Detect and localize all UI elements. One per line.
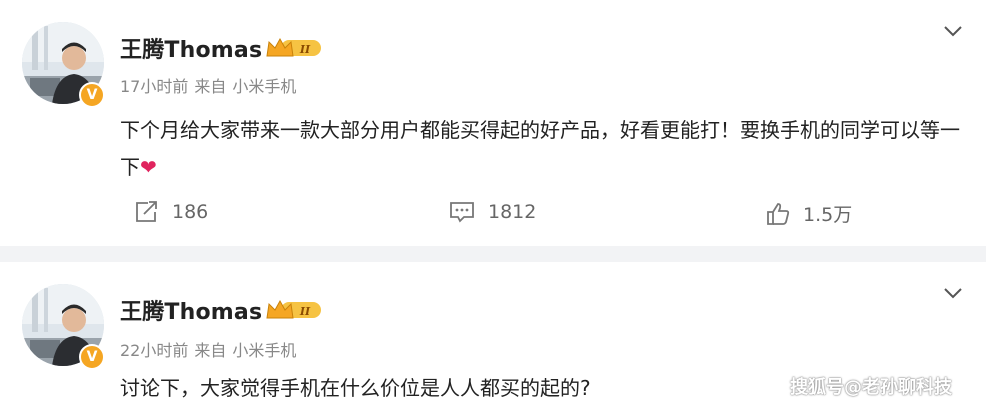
member-crown-icon: II	[266, 37, 321, 57]
post-meta: 22小时前 来自 小米手机	[120, 337, 302, 361]
post-text: 下个月给大家带来一款大部分用户都能买得起的好产品，好看更能打！要换手机的同学可以…	[120, 118, 960, 179]
like-count: 1.5万	[803, 204, 853, 226]
post-source[interactable]: 小米手机	[232, 77, 296, 96]
post-meta: 17小时前 来自 小米手机	[120, 73, 302, 97]
verified-badge-icon: V	[79, 82, 105, 108]
username[interactable]: 王腾Thomas	[120, 294, 262, 326]
comment-icon	[450, 202, 474, 223]
like-button[interactable]: 1.5万	[765, 200, 852, 227]
thumbs-up-icon	[767, 202, 790, 225]
comment-count: 1812	[488, 201, 537, 223]
source-prefix: 来自	[194, 77, 227, 96]
member-level-label: II	[299, 305, 311, 318]
post-divider	[0, 246, 986, 262]
post-source[interactable]: 小米手机	[232, 341, 296, 360]
heart-emoji-icon: ❤	[140, 155, 157, 179]
post-time[interactable]: 22小时前	[120, 341, 188, 360]
comment-button[interactable]: 1812	[448, 200, 536, 224]
repost-button[interactable]: 186	[134, 200, 208, 224]
chevron-down-icon[interactable]	[942, 286, 964, 300]
verified-badge-icon: V	[79, 344, 105, 370]
post-card: V 王腾Thomas II 17小时前 来自 小米手机 下个月给大家带来一款大部分用…	[0, 0, 986, 246]
chevron-down-icon[interactable]	[942, 24, 964, 38]
source-prefix: 来自	[194, 341, 227, 360]
member-crown-icon: II	[266, 299, 321, 319]
repost-icon	[136, 201, 157, 222]
watermark: 搜狐号@老孙聊科技	[790, 377, 952, 398]
member-level-label: II	[299, 43, 311, 56]
post-time[interactable]: 17小时前	[120, 77, 188, 96]
repost-count: 186	[172, 201, 209, 223]
username[interactable]: 王腾Thomas	[120, 32, 262, 64]
